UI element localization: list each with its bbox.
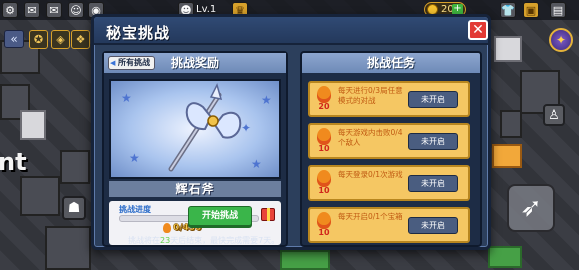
- task-description: 每天开启0/1个宝箱: [338, 212, 403, 221]
- event-icon[interactable]: ❖: [71, 30, 90, 49]
- dialog-header: 秘宝挑战 ✕: [94, 17, 488, 45]
- task-card: 10 每天开启0/1个宝箱 未开启: [308, 207, 470, 243]
- settings-icon[interactable]: ⚙: [2, 2, 18, 18]
- task-description: 每天登录0/1次游戏: [338, 170, 403, 179]
- close-button[interactable]: ✕: [468, 20, 488, 40]
- chat-icon[interactable]: ✉: [24, 2, 40, 18]
- task-status-button[interactable]: 未开启: [408, 175, 458, 192]
- task-points: 20: [318, 102, 330, 111]
- flame-icon: 10: [314, 128, 334, 154]
- task-points: 10: [318, 228, 330, 237]
- task-panel: 挑战任务 20 每天进行0/3局任意模式的对战 未开启 10 每天游戏内击败0/…: [300, 51, 482, 247]
- task-card: 10 每天游戏内击败0/4个敌人 未开启: [308, 123, 470, 159]
- progress-label: 挑战进度: [119, 205, 151, 214]
- character-view-icon[interactable]: ♙: [543, 104, 565, 126]
- task-description: 每天进行0/3局任意模式的对战: [338, 86, 403, 105]
- emote-icon[interactable]: ☗: [62, 196, 86, 220]
- flame-icon: 20: [314, 86, 334, 112]
- dialog-title: 秘宝挑战: [106, 24, 171, 42]
- reward-panel-title: 挑战奖励: [170, 56, 219, 70]
- challenge-end-notice: 挑战将在23天后结束，最快完成需要7天。: [128, 235, 279, 246]
- reward-name: 辉石斧: [109, 181, 281, 197]
- shirt-icon[interactable]: 👕: [500, 2, 516, 18]
- task-status-button[interactable]: 未开启: [408, 133, 458, 150]
- sprint-action-icon[interactable]: ➶: [507, 184, 555, 232]
- battle-axe-icon: [168, 82, 242, 172]
- flame-icon: 10: [314, 170, 334, 196]
- mail-icon[interactable]: ✉: [46, 2, 62, 18]
- task-status-button[interactable]: 未开启: [408, 217, 458, 234]
- task-card: 10 每天登录0/1次游戏 未开启: [308, 165, 470, 201]
- notice-suffix: 天后结束，最快完成需要7天。: [170, 236, 280, 245]
- reward-panel-header: 挑战奖励 所有挑战: [104, 53, 286, 73]
- collapse-chevron-icon[interactable]: «: [4, 30, 24, 48]
- task-card: 20 每天进行0/3局任意模式的对战 未开启: [308, 81, 470, 117]
- notice-prefix: 挑战将在: [128, 236, 160, 245]
- task-description: 每天游戏内击败0/4个敌人: [338, 128, 403, 147]
- treasure-challenge-dialog: 秘宝挑战 ✕ 挑战奖励 所有挑战 ★ ★ ★ ★ ✦ 辉石斧 挑战进度: [91, 14, 491, 250]
- compass-icon[interactable]: ✦: [549, 28, 573, 52]
- friends-icon[interactable]: ☺: [68, 2, 84, 18]
- task-points: 10: [318, 144, 330, 153]
- flame-icon: [163, 223, 171, 233]
- world-sign-text: nt: [0, 148, 27, 176]
- backpack-icon[interactable]: ▤: [550, 2, 566, 18]
- notice-days: 23: [160, 236, 171, 245]
- gift-box-icon[interactable]: [261, 208, 275, 221]
- task-panel-header: 挑战任务: [302, 53, 480, 73]
- shop-icon[interactable]: ▣: [523, 2, 539, 18]
- reward-image: ★ ★ ★ ★ ✦: [109, 79, 281, 179]
- flame-icon: 10: [314, 212, 334, 238]
- all-challenges-back-button[interactable]: 所有挑战: [108, 56, 155, 70]
- rank-icon[interactable]: ◈: [51, 30, 70, 49]
- start-challenge-button[interactable]: 开始挑战: [188, 206, 252, 226]
- achievement-icon[interactable]: ✪: [29, 30, 48, 49]
- task-points: 10: [318, 186, 330, 195]
- task-status-button[interactable]: 未开启: [408, 91, 458, 108]
